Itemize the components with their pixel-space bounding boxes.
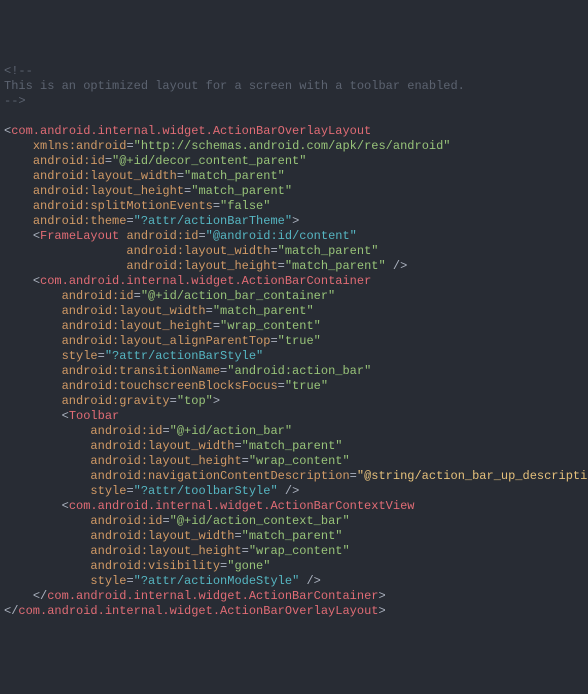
tag-open: com.android.internal.widget.ActionBarCon… xyxy=(69,499,415,513)
attr-val: "android:action_bar" xyxy=(227,364,371,378)
comment-line: This is an optimized layout for a screen… xyxy=(4,79,465,93)
attr-val: "match_parent" xyxy=(278,244,379,258)
attr-name: android:navigationContentDescription xyxy=(90,469,349,483)
attr-name: android:layout_width xyxy=(90,439,234,453)
attr-val: "false" xyxy=(220,199,270,213)
tag-open: FrameLayout xyxy=(40,229,119,243)
tag-open: com.android.internal.widget.ActionBarOve… xyxy=(11,124,371,138)
tag-close: com.android.internal.widget.ActionBarOve… xyxy=(18,604,378,618)
attr-val: "@string/action_bar_up_description" xyxy=(357,469,588,483)
attr-val: "top" xyxy=(177,394,213,408)
attr-name: android:theme xyxy=(33,214,127,228)
comment-line: <!-- xyxy=(4,64,33,78)
attr-name: android:layout_width xyxy=(62,304,206,318)
code-block: <!-- This is an optimized layout for a s… xyxy=(4,64,588,619)
attr-name: android:layout_height xyxy=(126,259,277,273)
attr-name: android:id xyxy=(90,424,162,438)
attr-val: "?attr/actionBarStyle" xyxy=(105,349,263,363)
attr-val: "wrap_content" xyxy=(249,544,350,558)
tag-open: Toolbar xyxy=(69,409,119,423)
attr-val: "match_parent" xyxy=(213,304,314,318)
tag-close: com.android.internal.widget.ActionBarCon… xyxy=(47,589,378,603)
attr-name: android:layout_width xyxy=(126,244,270,258)
attr-val: "@android:id/content" xyxy=(206,229,357,243)
attr-name: android:layout_width xyxy=(90,529,234,543)
attr-name: style xyxy=(62,349,98,363)
attr-name: android:layout_height xyxy=(90,544,241,558)
attr-val: "http://schemas.android.com/apk/res/andr… xyxy=(134,139,451,153)
attr-name: android:transitionName xyxy=(62,364,220,378)
attr-name: android:touchscreenBlocksFocus xyxy=(62,379,278,393)
attr-val: "wrap_content" xyxy=(220,319,321,333)
attr-val: "@+id/action_bar" xyxy=(170,424,292,438)
attr-name: android:layout_alignParentTop xyxy=(62,334,271,348)
attr-name: android:layout_width xyxy=(33,169,177,183)
attr-name: android:splitMotionEvents xyxy=(33,199,213,213)
attr-val: "@+id/decor_content_parent" xyxy=(112,154,306,168)
attr-name: android:layout_height xyxy=(90,454,241,468)
attr-name: android:id xyxy=(33,154,105,168)
attr-name: android:layout_height xyxy=(33,184,184,198)
attr-val: "gone" xyxy=(227,559,270,573)
attr-val: "@+id/action_bar_container" xyxy=(141,289,335,303)
attr-name: android:id xyxy=(62,289,134,303)
attr-val: "match_parent" xyxy=(191,184,292,198)
attr-val: "?attr/toolbarStyle" xyxy=(134,484,278,498)
attr-name: xmlns:android xyxy=(33,139,127,153)
attr-name: style xyxy=(90,484,126,498)
attr-name: android:id xyxy=(126,229,198,243)
attr-val: "match_parent" xyxy=(242,529,343,543)
attr-val: "match_parent" xyxy=(184,169,285,183)
attr-name: style xyxy=(90,574,126,588)
attr-val: "?attr/actionModeStyle" xyxy=(134,574,300,588)
attr-val: "true" xyxy=(285,379,328,393)
attr-val: "@+id/action_context_bar" xyxy=(170,514,350,528)
attr-name: android:layout_height xyxy=(62,319,213,333)
attr-val: "match_parent" xyxy=(285,259,386,273)
tag-open: com.android.internal.widget.ActionBarCon… xyxy=(40,274,371,288)
attr-name: android:id xyxy=(90,514,162,528)
comment-line: --> xyxy=(4,94,26,108)
attr-val: "?attr/actionBarTheme" xyxy=(134,214,292,228)
attr-name: android:visibility xyxy=(90,559,220,573)
attr-val: "wrap_content" xyxy=(249,454,350,468)
attr-val: "match_parent" xyxy=(242,439,343,453)
attr-val: "true" xyxy=(278,334,321,348)
attr-name: android:gravity xyxy=(62,394,170,408)
